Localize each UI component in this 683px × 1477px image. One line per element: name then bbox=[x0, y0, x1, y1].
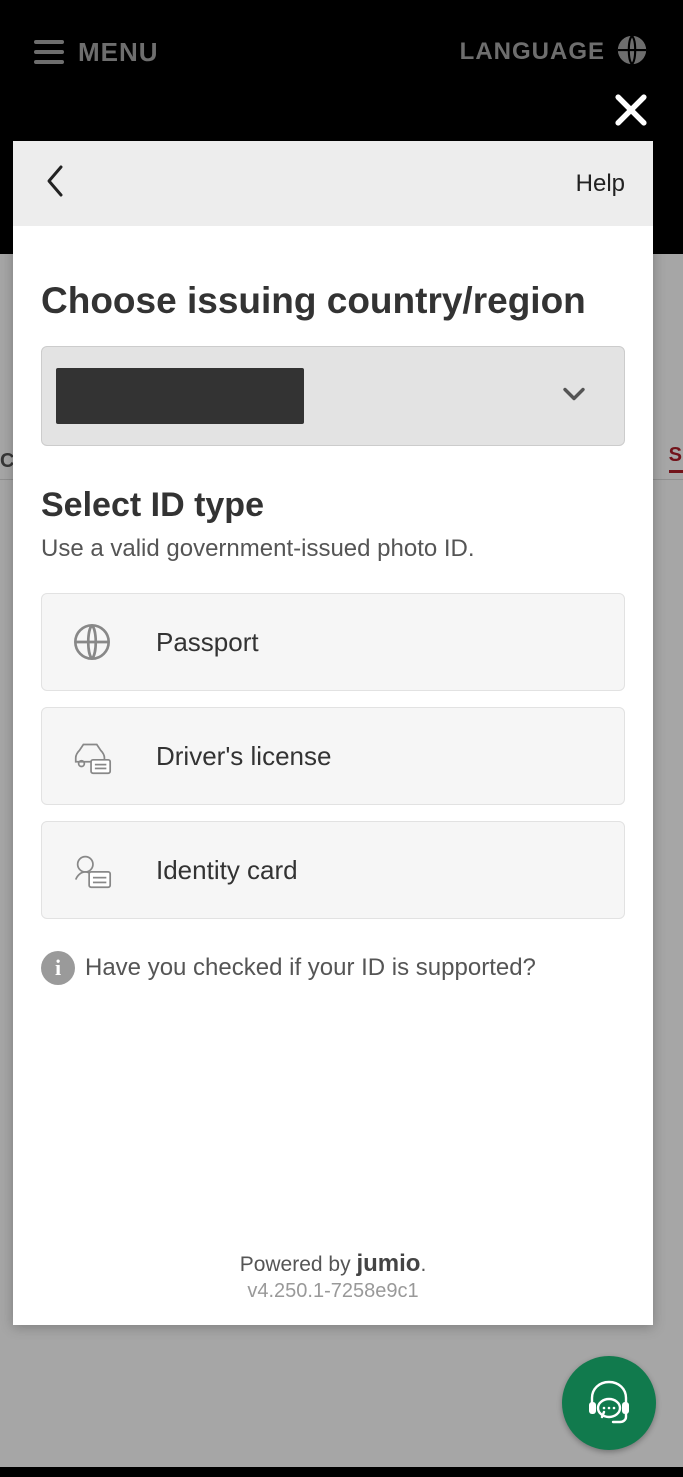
help-link[interactable]: Help bbox=[576, 170, 625, 198]
info-icon: i bbox=[41, 951, 75, 985]
modal-footer: Powered by jumio. v4.250.1-7258e9c1 bbox=[13, 1250, 653, 1325]
hamburger-icon bbox=[34, 40, 64, 64]
option-passport[interactable]: Passport bbox=[41, 593, 625, 691]
option-identity-card[interactable]: Identity card bbox=[41, 821, 625, 919]
version-text: v4.250.1-7258e9c1 bbox=[13, 1280, 653, 1303]
powered-prefix: Powered by bbox=[240, 1253, 357, 1276]
headset-chat-icon bbox=[582, 1374, 636, 1433]
menu-button[interactable]: MENU bbox=[34, 37, 159, 68]
passport-icon bbox=[70, 622, 114, 662]
option-drivers-license[interactable]: Driver's license bbox=[41, 707, 625, 805]
id-type-title: Select ID type bbox=[41, 486, 625, 525]
drivers-license-icon bbox=[70, 736, 114, 776]
country-select[interactable] bbox=[41, 346, 625, 446]
close-button[interactable] bbox=[609, 88, 653, 132]
option-passport-label: Passport bbox=[156, 627, 259, 658]
chevron-left-icon bbox=[41, 188, 69, 205]
id-type-subtitle: Use a valid government-issued photo ID. bbox=[41, 535, 625, 563]
bg-tab-right[interactable]: S bbox=[669, 444, 683, 473]
identity-card-icon bbox=[70, 850, 114, 890]
supported-ids-link[interactable]: i Have you checked if your ID is support… bbox=[41, 951, 625, 985]
globe-icon bbox=[615, 33, 649, 72]
modal-body: Choose issuing country/region Select ID … bbox=[13, 226, 653, 1250]
menu-label: MENU bbox=[78, 37, 159, 68]
back-button[interactable] bbox=[41, 161, 69, 206]
bottom-strip bbox=[0, 1467, 683, 1477]
country-value-redacted bbox=[56, 368, 304, 424]
chevron-down-icon bbox=[560, 385, 588, 408]
option-drivers-license-label: Driver's license bbox=[156, 741, 331, 772]
language-button[interactable]: LANGUAGE bbox=[460, 33, 649, 72]
supported-ids-text: Have you checked if your ID is supported… bbox=[85, 954, 536, 982]
language-label: LANGUAGE bbox=[460, 38, 605, 66]
country-title: Choose issuing country/region bbox=[41, 280, 625, 322]
id-verification-modal: Help Choose issuing country/region Selec… bbox=[13, 141, 653, 1325]
chat-button[interactable] bbox=[562, 1356, 656, 1450]
modal-header: Help bbox=[13, 141, 653, 226]
close-icon bbox=[609, 119, 653, 136]
option-identity-card-label: Identity card bbox=[156, 855, 298, 886]
top-bar: MENU LANGUAGE bbox=[0, 0, 683, 104]
powered-by: Powered by jumio. bbox=[13, 1250, 653, 1278]
powered-brand: jumio bbox=[356, 1250, 420, 1277]
